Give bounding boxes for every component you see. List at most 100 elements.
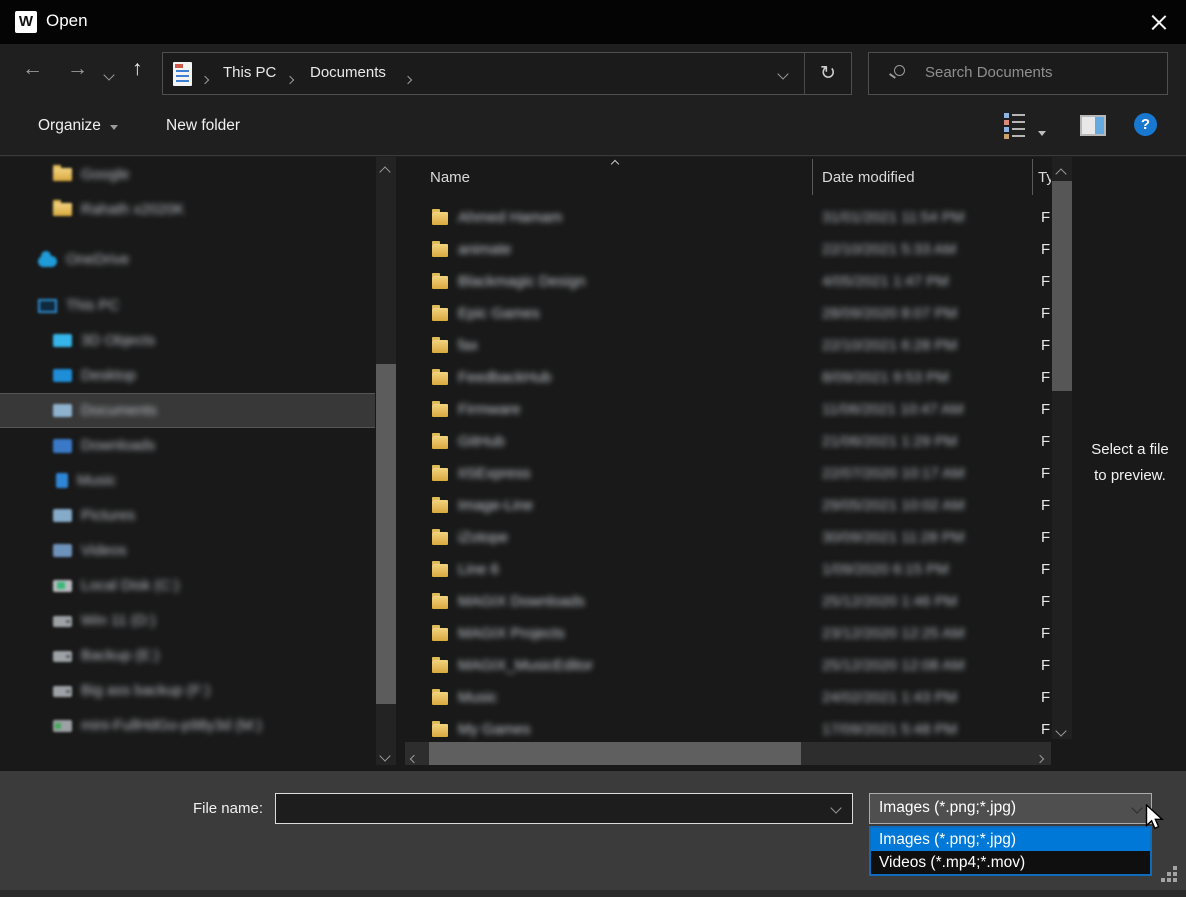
sidebar-item[interactable]: mini-FullHdGo-p98y3d (M:) — [0, 708, 375, 743]
address-bar[interactable]: This PC Documents ↻ — [162, 52, 852, 95]
refresh-button[interactable]: ↻ — [805, 62, 851, 85]
file-type-option[interactable]: Videos (*.mp4;*.mov) — [871, 851, 1150, 874]
forward-button[interactable]: → — [67, 57, 88, 81]
file-row[interactable]: MAGIX Downloads 25/12/2020 1:46 PM File … — [405, 587, 1051, 619]
file-type: File folder — [1041, 721, 1051, 738]
breadcrumb-separator-icon — [287, 70, 293, 88]
scrollbar-thumb[interactable] — [1052, 181, 1072, 391]
file-name: animate — [458, 241, 511, 258]
sidebar-item[interactable]: Backup (E:) — [0, 638, 375, 673]
file-row[interactable]: Epic Games 28/09/2020 8:07 PM File folde… — [405, 299, 1051, 331]
sidebar-item[interactable]: Google — [0, 157, 375, 192]
sidebar-item[interactable]: Music — [0, 463, 375, 498]
file-row[interactable]: Line 6 1/09/2020 6:15 PM File folder — [405, 555, 1051, 587]
breadcrumb-documents[interactable]: Documents — [310, 64, 386, 81]
scroll-down-icon[interactable] — [1057, 722, 1065, 740]
sidebar-item[interactable]: 3D Objects — [0, 323, 375, 358]
recent-locations-dropdown[interactable] — [105, 66, 113, 84]
file-name: Ahmed Hamam — [458, 209, 562, 226]
file-date-modified: 29/05/2021 10:02 AM — [822, 497, 965, 514]
close-button[interactable] — [1142, 7, 1176, 37]
sidebar-item[interactable]: This PC — [0, 288, 375, 323]
organize-button[interactable]: Organize — [38, 117, 118, 135]
sidebar-item[interactable]: Desktop — [0, 358, 375, 393]
file-name: Firmware — [458, 401, 521, 418]
sidebar-item[interactable]: Pictures — [0, 498, 375, 533]
disk-c-icon — [53, 580, 72, 592]
file-type-value: Images (*.png;*.jpg) — [879, 799, 1016, 817]
file-date-modified: 22/10/2021 5:33 AM — [822, 241, 956, 258]
sidebar-scrollbar[interactable] — [376, 157, 396, 765]
navigation-bar: ← → ↑ This PC Documents ↻ Search Documen… — [0, 44, 1186, 98]
help-button[interactable]: ? — [1134, 113, 1157, 136]
file-date-modified: 24/02/2021 1:43 PM — [822, 689, 957, 706]
sidebar-item[interactable]: Local Disk (C:) — [0, 568, 375, 603]
file-type-option[interactable]: Images (*.png;*.jpg) — [871, 828, 1150, 851]
pc-icon — [38, 299, 57, 313]
sidebar-item[interactable]: Win 11 (D:) — [0, 603, 375, 638]
new-folder-button[interactable]: New folder — [166, 117, 240, 135]
column-header-name[interactable]: Name — [430, 169, 470, 186]
file-row[interactable]: FeedbackHub 8/09/2021 9:53 PM File folde… — [405, 363, 1051, 395]
sidebar-item[interactable]: OneDrive — [0, 242, 375, 277]
file-row[interactable]: Music 24/02/2021 1:43 PM File folder — [405, 683, 1051, 715]
file-type: File folder — [1041, 561, 1051, 578]
file-row[interactable]: animate 22/10/2021 5:33 AM File folder — [405, 235, 1051, 267]
file-type: File folder — [1041, 337, 1051, 354]
file-list-scrollbar[interactable] — [1052, 157, 1072, 739]
file-row[interactable]: Image-Line 29/05/2021 10:02 AM File fold… — [405, 491, 1051, 523]
breadcrumb-this-pc[interactable]: This PC — [223, 64, 276, 81]
file-row[interactable]: IISExpress 22/07/2020 10:17 AM File fold… — [405, 459, 1051, 491]
drive-usb-icon — [53, 720, 72, 732]
folder-icon — [432, 500, 448, 513]
scroll-left-icon[interactable] — [411, 749, 417, 767]
address-dropdown-button[interactable] — [762, 65, 804, 83]
drive-icon — [53, 616, 72, 627]
scrollbar-thumb[interactable] — [429, 742, 801, 765]
folder-icon — [432, 212, 448, 225]
column-divider[interactable] — [812, 159, 813, 195]
file-type-select[interactable]: Images (*.png;*.jpg) — [869, 793, 1152, 824]
file-row[interactable]: GitHub 21/06/2021 1:29 PM File folder — [405, 427, 1051, 459]
scrollbar-thumb[interactable] — [376, 364, 396, 704]
view-options-dropdown[interactable] — [1038, 123, 1046, 141]
caret-down-icon — [110, 125, 118, 130]
sidebar-item[interactable]: Rahath x2020K — [0, 192, 375, 227]
up-button[interactable]: ↑ — [132, 57, 143, 81]
file-row[interactable]: iZotope 30/09/2021 11:28 PM File folder — [405, 523, 1051, 555]
file-type: File folder — [1041, 497, 1051, 514]
file-row[interactable]: Blackmagic Design 4/05/2021 1:47 PM File… — [405, 267, 1051, 299]
sidebar-item[interactable]: Videos — [0, 533, 375, 568]
horizontal-scrollbar[interactable] — [405, 742, 1051, 765]
resize-grip[interactable] — [1161, 866, 1177, 882]
folder-icon — [432, 308, 448, 321]
file-type: File folder — [1041, 273, 1051, 290]
change-view-button[interactable] — [1004, 113, 1030, 139]
drive-icon — [53, 651, 72, 662]
preview-pane-button[interactable] — [1080, 115, 1106, 136]
file-row[interactable]: Firmware 11/06/2021 10:47 AM File folder — [405, 395, 1051, 427]
sidebar-item[interactable]: Big ass backup (F:) — [0, 673, 375, 708]
scroll-right-icon[interactable] — [1037, 749, 1043, 767]
file-row[interactable]: fax 22/10/2021 6:28 PM File folder — [405, 331, 1051, 363]
column-divider[interactable] — [1032, 159, 1033, 195]
file-type: File folder — [1041, 529, 1051, 546]
column-header-type[interactable]: Type — [1038, 169, 1051, 186]
back-button[interactable]: ← — [22, 57, 43, 81]
file-row[interactable]: Ahmed Hamam 31/01/2021 11:54 PM File fol… — [405, 203, 1051, 235]
file-name: Line 6 — [458, 561, 499, 578]
file-row[interactable]: MAGIX_MusicEditor 25/12/2020 12:08 AM Fi… — [405, 651, 1051, 683]
sidebar-item[interactable]: Documents — [0, 393, 375, 428]
search-box[interactable]: Search Documents — [868, 52, 1168, 95]
scroll-down-icon[interactable] — [381, 747, 389, 765]
file-date-modified: 28/09/2020 8:07 PM — [822, 305, 957, 322]
window-bottom-edge — [0, 890, 1186, 897]
preview-pane: Select a file to preview. — [1074, 157, 1186, 770]
file-row[interactable]: My Games 17/09/2021 5:48 PM File folder — [405, 715, 1051, 742]
file-list: Name Date modified Type Ahmed Hamam 31/0… — [405, 157, 1051, 742]
scroll-up-icon[interactable] — [381, 163, 389, 181]
file-name-input[interactable] — [275, 793, 853, 824]
file-row[interactable]: MAGIX Projects 23/12/2020 12:25 AM File … — [405, 619, 1051, 651]
column-header-date-modified[interactable]: Date modified — [822, 169, 915, 186]
sidebar-item[interactable]: Downloads — [0, 428, 375, 463]
